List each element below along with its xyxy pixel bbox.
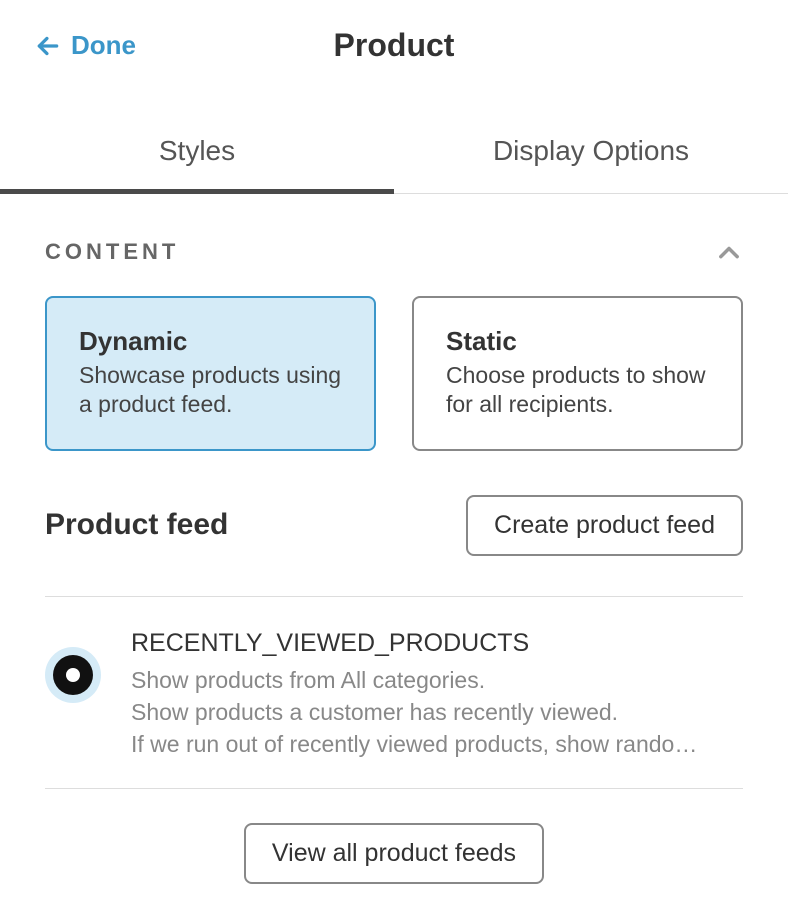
feed-item-line3: If we run out of recently viewed product… — [131, 728, 743, 760]
header: Done Product — [0, 0, 788, 81]
radio-selected[interactable] — [45, 647, 101, 703]
radio-ring-icon — [53, 655, 93, 695]
view-all-wrap: View all product feeds — [45, 789, 743, 918]
feed-item-name: RECENTLY_VIEWED_PRODUCTS — [131, 629, 743, 658]
content-type-cards: Dynamic Showcase products using a produc… — [45, 296, 743, 451]
radio-dot-icon — [66, 668, 80, 682]
card-static-title: Static — [446, 326, 709, 357]
product-feed-title: Product feed — [45, 508, 228, 542]
product-feed-item[interactable]: RECENTLY_VIEWED_PRODUCTS Show products f… — [45, 596, 743, 790]
done-button[interactable]: Done — [35, 30, 136, 61]
tabs: Styles Display Options — [0, 111, 788, 194]
tab-styles[interactable]: Styles — [0, 111, 394, 193]
card-static-desc: Choose products to show for all recipien… — [446, 361, 709, 419]
content-section: CONTENT Dynamic Showcase products using … — [0, 194, 788, 918]
chevron-up-icon — [715, 238, 743, 266]
arrow-left-icon — [35, 33, 61, 59]
card-dynamic-title: Dynamic — [79, 326, 342, 357]
feed-item-line1: Show products from All categories. — [131, 664, 743, 696]
section-header[interactable]: CONTENT — [45, 194, 743, 296]
card-dynamic[interactable]: Dynamic Showcase products using a produc… — [45, 296, 376, 451]
feed-item-line2: Show products a customer has recently vi… — [131, 696, 743, 728]
done-label: Done — [71, 30, 136, 61]
product-feed-header: Product feed Create product feed — [45, 495, 743, 556]
card-static[interactable]: Static Choose products to show for all r… — [412, 296, 743, 451]
feed-item-text: RECENTLY_VIEWED_PRODUCTS Show products f… — [131, 629, 743, 761]
page-title: Product — [334, 27, 455, 64]
section-title: CONTENT — [45, 239, 179, 265]
tab-display-options[interactable]: Display Options — [394, 111, 788, 193]
create-product-feed-button[interactable]: Create product feed — [466, 495, 743, 556]
view-all-product-feeds-button[interactable]: View all product feeds — [244, 823, 544, 884]
card-dynamic-desc: Showcase products using a product feed. — [79, 361, 342, 419]
